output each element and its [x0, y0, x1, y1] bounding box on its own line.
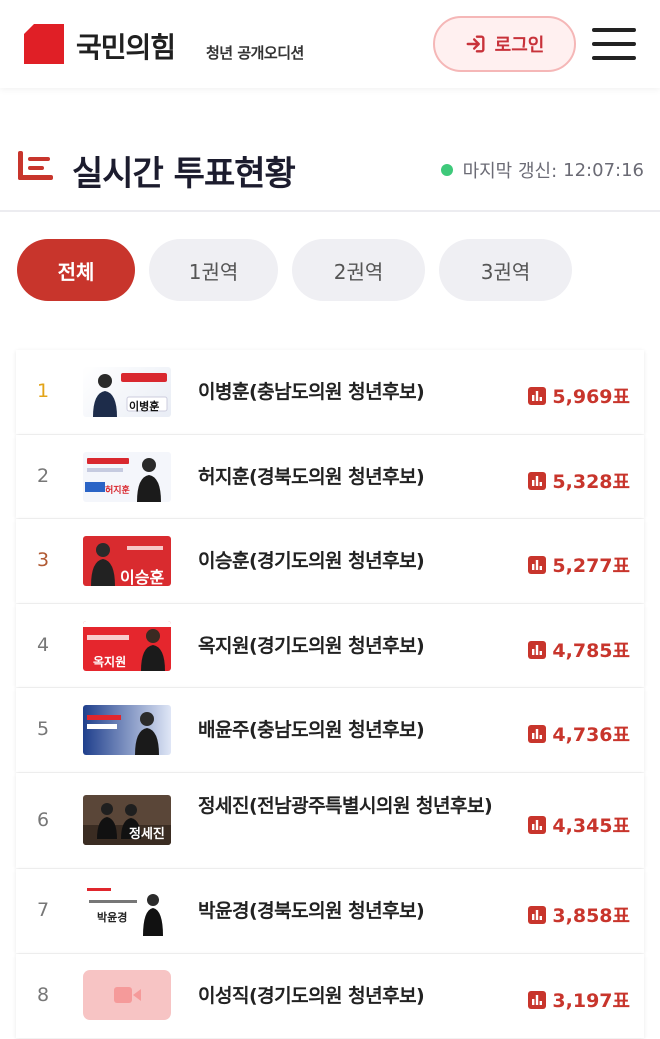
divider: [0, 210, 660, 212]
candidate-name[interactable]: 이병훈(충남도의원 청년후보): [198, 377, 508, 407]
vote-count-value: 5,277표: [552, 555, 630, 577]
rank-number: 2: [36, 465, 50, 487]
vote-count-value: 3,858표: [552, 905, 630, 927]
vote-count-value: 5,969표: [552, 386, 630, 408]
bar-chart-icon: [528, 990, 547, 1009]
candidate-thumbnail[interactable]: 옥지원: [83, 621, 171, 671]
vote-count: 4,736표: [528, 720, 630, 747]
rank-number: 5: [36, 718, 50, 740]
vote-count: 5,328표: [528, 467, 630, 494]
vote-count: 3,858표: [528, 901, 630, 928]
site-header: 국민의힘 청년 공개오디션 로그인: [0, 0, 660, 88]
rank-number: 4: [36, 634, 50, 656]
rank-number: 1: [36, 380, 50, 402]
vote-count: 3,197표: [528, 986, 630, 1013]
candidate-thumbnail[interactable]: 허지훈: [83, 452, 171, 502]
candidate-thumbnail[interactable]: [83, 970, 171, 1020]
bar-chart-icon: [528, 471, 547, 490]
tab-region-3[interactable]: 3권역: [439, 239, 572, 301]
login-label: 로그인: [494, 35, 545, 56]
list-item[interactable]: 3 이승훈 이승훈(경기도의원 청년후보) 5,277표: [16, 519, 644, 603]
candidate-thumbnail[interactable]: 이승훈: [83, 536, 171, 586]
list-item[interactable]: 1 이병훈 이병훈(충남도의원 청년후보) 5,969표: [16, 350, 644, 434]
candidate-name[interactable]: 정세진(전남광주특별시의원 청년후보): [198, 791, 508, 821]
thumbnail-caption: 허지훈: [105, 486, 130, 496]
tab-region-1[interactable]: 1권역: [149, 239, 278, 301]
login-icon: [466, 35, 485, 53]
vote-count-value: 4,785표: [552, 640, 630, 662]
update-label: 마지막 갱신:: [462, 161, 558, 182]
rank-number: 3: [36, 549, 50, 571]
video-placeholder-icon: [114, 987, 141, 1003]
bar-chart-icon: [528, 724, 547, 743]
party-logo-icon[interactable]: [24, 24, 64, 64]
candidate-name[interactable]: 허지훈(경북도의원 청년후보): [198, 462, 508, 492]
vote-count-value: 4,345표: [552, 815, 630, 837]
candidate-list: 1 이병훈 이병훈(충남도의원 청년후보) 5,969표 2 허지훈 허지훈(경…: [16, 350, 644, 1039]
bar-chart-icon: [528, 640, 547, 659]
thumbnail-caption: 이승훈: [120, 568, 165, 586]
candidate-thumbnail[interactable]: [83, 705, 171, 755]
vote-count-value: 3,197표: [552, 990, 630, 1012]
candidate-thumbnail[interactable]: 박윤경: [83, 886, 171, 936]
section-header: 실시간 투표현황 마지막 갱신: 12:07:16: [0, 140, 660, 200]
vote-count: 4,345표: [528, 811, 630, 838]
bar-chart-icon: [528, 815, 547, 834]
vote-count: 4,785표: [528, 636, 630, 663]
bar-chart-icon: [528, 386, 547, 405]
thumbnail-caption: 옥지원: [93, 655, 127, 669]
candidate-photo: [87, 712, 159, 755]
vote-count-value: 4,736표: [552, 724, 630, 746]
login-button[interactable]: 로그인: [433, 16, 576, 72]
tab-region-2[interactable]: 2권역: [292, 239, 425, 301]
last-update: 마지막 갱신: 12:07:16: [440, 157, 644, 183]
thumbnail-caption: 정세진: [129, 827, 165, 842]
list-item[interactable]: 7 박윤경 박윤경(경북도의원 청년후보) 3,858표: [16, 869, 644, 953]
vote-count: 5,969표: [528, 382, 630, 409]
logo-text[interactable]: 국민의힘: [76, 26, 176, 66]
candidate-name[interactable]: 이승훈(경기도의원 청년후보): [198, 546, 508, 576]
list-item[interactable]: 8 이성직(경기도의원 청년후보) 3,197표: [16, 954, 644, 1038]
live-status-icon: [440, 164, 453, 176]
candidate-thumbnail[interactable]: 이병훈: [83, 367, 171, 417]
candidate-name[interactable]: 박윤경(경북도의원 청년후보): [198, 896, 508, 926]
thumbnail-caption: 박윤경: [97, 911, 128, 924]
vote-count-value: 5,328표: [552, 471, 630, 493]
list-item[interactable]: 5 배윤주(충남도의원 청년후보) 4,736표: [16, 688, 644, 772]
bar-chart-icon: [528, 555, 547, 574]
thumbnail-caption: 이병훈: [129, 400, 160, 413]
list-item[interactable]: 6 정세진 정세진(전남광주특별시의원 청년후보) 4,345표: [16, 773, 644, 868]
region-tabs: 전체 1권역 2권역 3권역: [17, 239, 572, 301]
vote-count: 5,277표: [528, 551, 630, 578]
candidate-name[interactable]: 이성직(경기도의원 청년후보): [198, 981, 508, 1011]
bar-chart-icon: [528, 905, 547, 924]
list-item[interactable]: 4 옥지원 옥지원(경기도의원 청년후보) 4,785표: [16, 604, 644, 687]
logo-subtitle: 청년 공개오디션: [206, 44, 304, 62]
candidate-name[interactable]: 옥지원(경기도의원 청년후보): [198, 631, 508, 661]
candidate-thumbnail[interactable]: 정세진: [83, 795, 171, 845]
list-item[interactable]: 2 허지훈 허지훈(경북도의원 청년후보) 5,328표: [16, 435, 644, 518]
update-time: 12:07:16: [563, 159, 644, 181]
rank-number: 8: [36, 984, 50, 1006]
tab-all[interactable]: 전체: [17, 239, 135, 301]
hamburger-menu-icon[interactable]: [592, 26, 638, 62]
page-title: 실시간 투표현황: [72, 154, 296, 194]
leaderboard-icon: [18, 151, 53, 180]
rank-number: 6: [36, 809, 50, 831]
candidate-name[interactable]: 배윤주(충남도의원 청년후보): [198, 715, 508, 745]
rank-number: 7: [36, 899, 50, 921]
